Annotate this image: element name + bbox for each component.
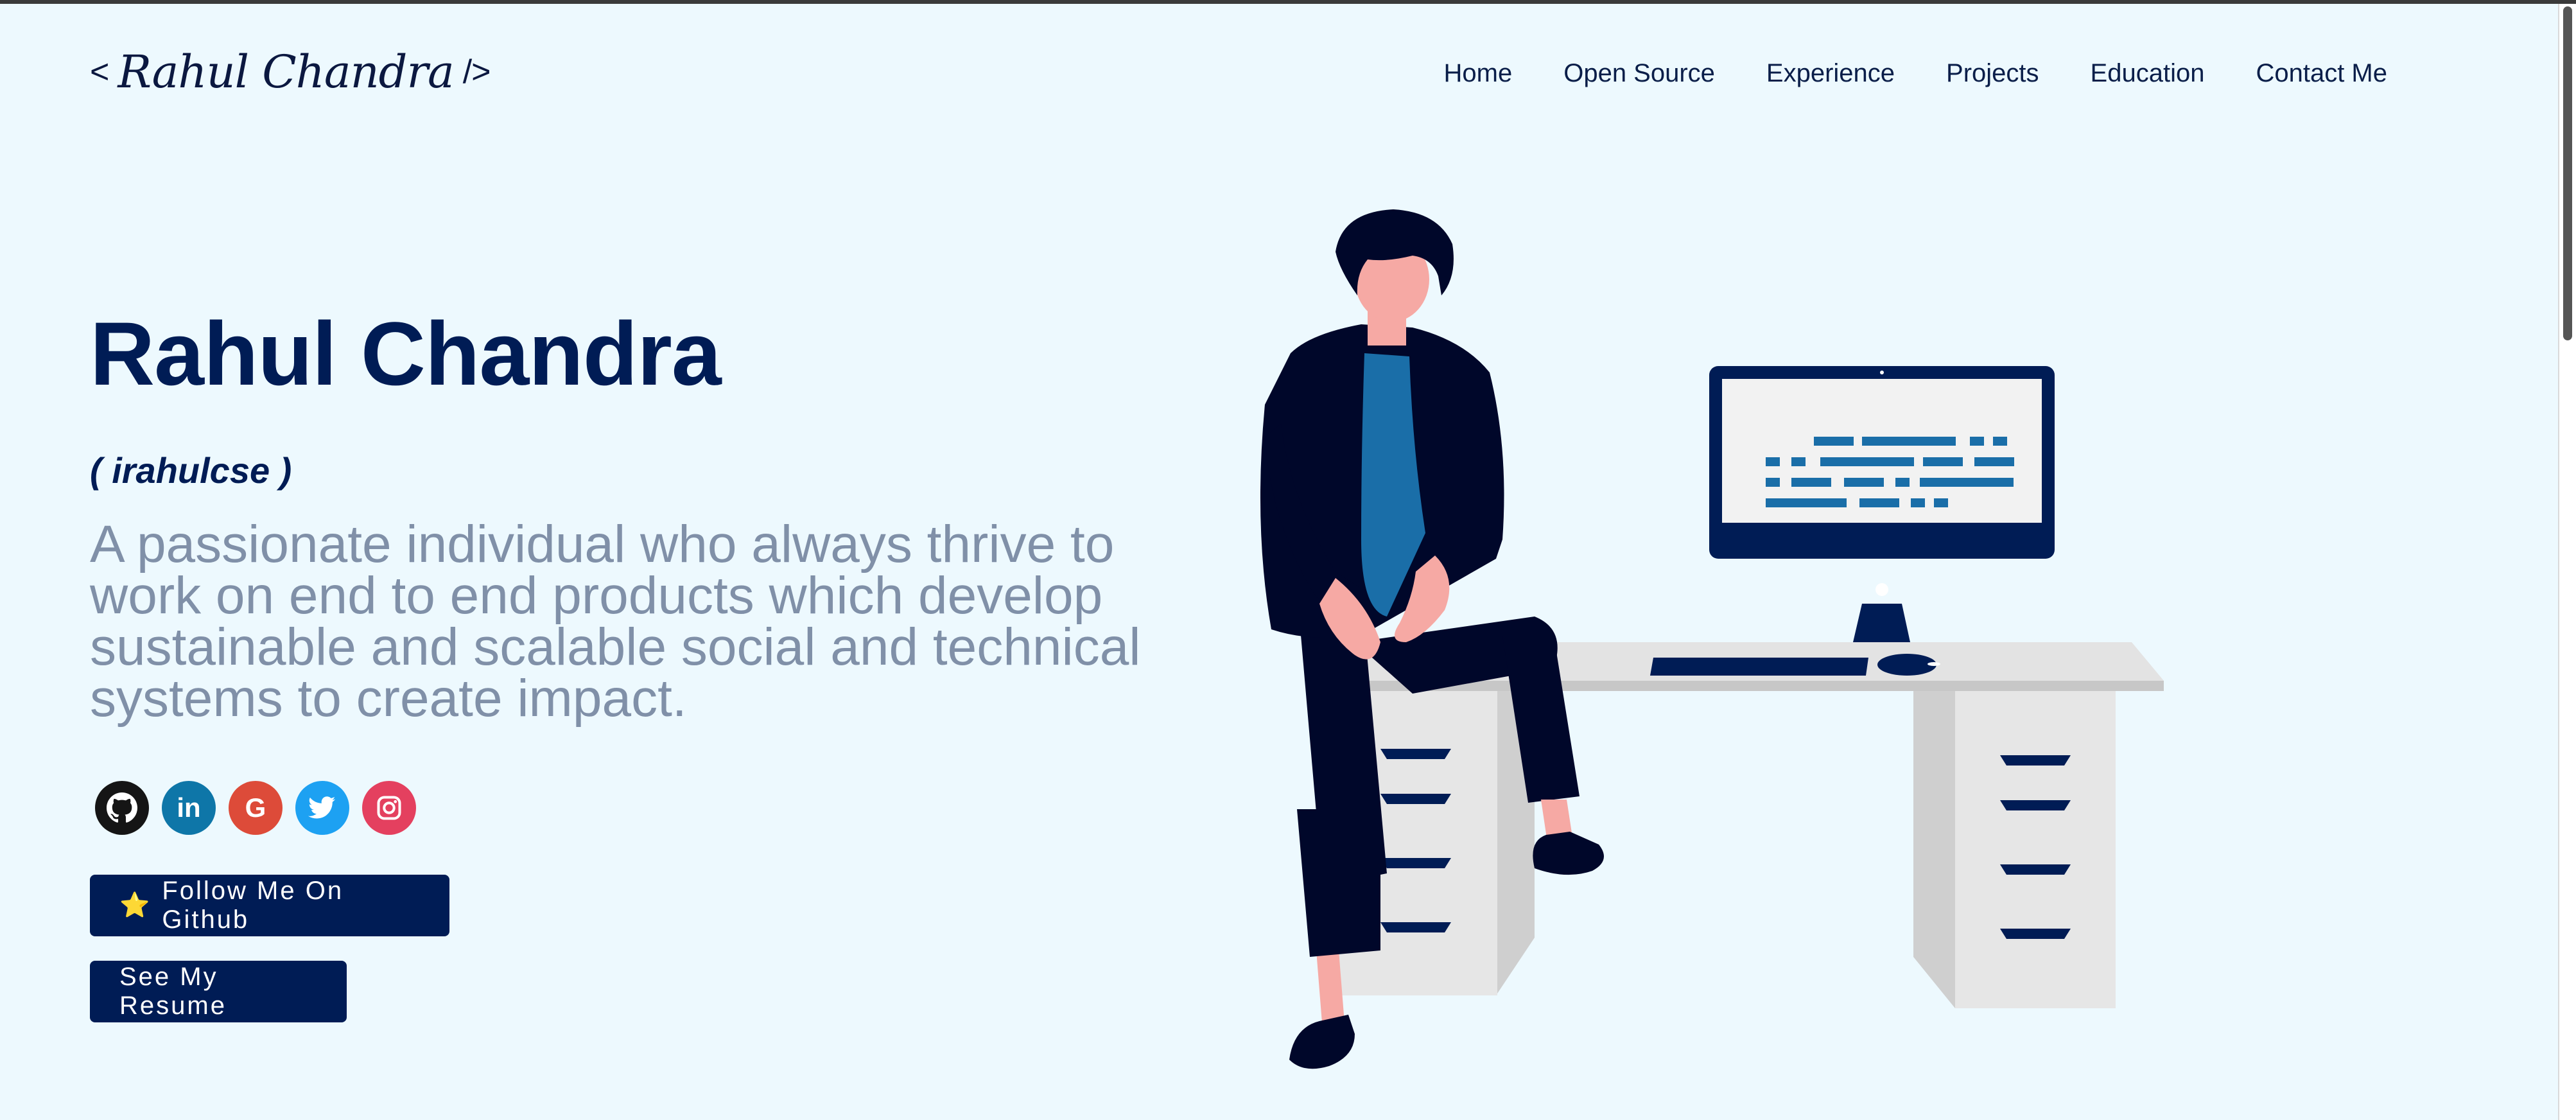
- right-drawer-handle-1: [2000, 755, 2071, 766]
- nav-projects[interactable]: Projects: [1920, 54, 2065, 93]
- instagram-icon: [377, 796, 401, 820]
- code-line-3b: [1791, 478, 1831, 487]
- right-drawer-handle-2: [2000, 800, 2071, 810]
- left-drawer-handle-2: [1380, 794, 1451, 804]
- hero-handle: ( irahulcse ): [90, 450, 292, 491]
- github-icon: [107, 792, 137, 823]
- code-line-4c: [1911, 498, 1925, 507]
- mouse-wheel: [1928, 662, 1940, 666]
- code-line-3d: [1895, 478, 1910, 487]
- left-drawer-handle-3: [1380, 858, 1451, 868]
- code-line-3c: [1844, 478, 1884, 487]
- keyboard: [1650, 658, 1868, 676]
- twitter-icon: [308, 796, 336, 819]
- follow-github-button[interactable]: ⭐ Follow Me On Github: [90, 875, 449, 936]
- monitor-camera: [1880, 371, 1884, 374]
- code-line-3e: [1920, 478, 2014, 487]
- person-back-shoe: [1289, 1015, 1355, 1069]
- nav-open-source[interactable]: Open Source: [1538, 54, 1741, 93]
- right-cabinet-side: [1913, 691, 1955, 1008]
- monitor-power-dot: [1875, 583, 1888, 596]
- left-drawer-handle-1: [1380, 749, 1451, 759]
- social-links: in G: [95, 781, 416, 835]
- code-line-2e: [1974, 457, 2014, 466]
- right-drawer-handle-3: [2000, 864, 2071, 875]
- see-resume-button[interactable]: See My Resume: [90, 961, 347, 1022]
- code-line-3a: [1766, 478, 1780, 487]
- google-link[interactable]: G: [229, 781, 283, 835]
- github-link[interactable]: [95, 781, 149, 835]
- code-line-4b: [1859, 498, 1899, 507]
- logo-signature: Rahul Chandra: [117, 46, 454, 98]
- code-line-2c: [1820, 457, 1914, 466]
- code-line-1a: [1814, 437, 1854, 446]
- code-line-2a: [1766, 457, 1780, 466]
- code-line-2b: [1791, 457, 1806, 466]
- instagram-link[interactable]: [362, 781, 416, 835]
- google-icon: G: [245, 792, 266, 823]
- page-scrollbar[interactable]: [2558, 4, 2576, 1120]
- monitor-stand: [1853, 604, 1910, 642]
- main-nav: Home Open Source Experience Projects Edu…: [1418, 54, 2387, 93]
- nav-home[interactable]: Home: [1418, 54, 1538, 93]
- person-back-lower-leg: [1297, 809, 1380, 957]
- code-line-1b: [1862, 437, 1956, 446]
- see-resume-label: See My Resume: [119, 963, 227, 1020]
- nav-education[interactable]: Education: [2065, 54, 2231, 93]
- code-line-4a: [1766, 498, 1847, 507]
- linkedin-icon: in: [177, 792, 201, 823]
- code-line-1d: [1993, 437, 2007, 446]
- code-line-2d: [1923, 457, 1963, 466]
- left-drawer-handle-4: [1380, 922, 1451, 932]
- linkedin-link[interactable]: in: [162, 781, 216, 835]
- hero-illustration: [1260, 209, 2164, 1069]
- right-cabinet: [1955, 691, 2116, 1008]
- code-line-1c: [1970, 437, 1984, 446]
- window-top-border: [0, 0, 2576, 4]
- star-icon: ⭐: [119, 892, 152, 919]
- scrollbar-thumb[interactable]: [2563, 6, 2572, 340]
- hero-tagline: A passionate individual who always thriv…: [90, 515, 1141, 728]
- person-front-shoe: [1533, 832, 1604, 875]
- code-line-4d: [1934, 498, 1948, 507]
- hero-name: Rahul Chandra: [90, 303, 722, 404]
- logo-open-bracket: <: [90, 53, 109, 91]
- nav-contact-me[interactable]: Contact Me: [2230, 54, 2387, 93]
- site-logo[interactable]: < Rahul Chandra />: [90, 40, 491, 104]
- nav-experience[interactable]: Experience: [1741, 54, 1920, 93]
- mouse: [1877, 654, 1936, 676]
- twitter-link[interactable]: [295, 781, 349, 835]
- logo-close-bracket: />: [462, 53, 491, 91]
- right-drawer-handle-4: [2000, 929, 2071, 939]
- follow-github-label: Follow Me On Github: [162, 877, 344, 934]
